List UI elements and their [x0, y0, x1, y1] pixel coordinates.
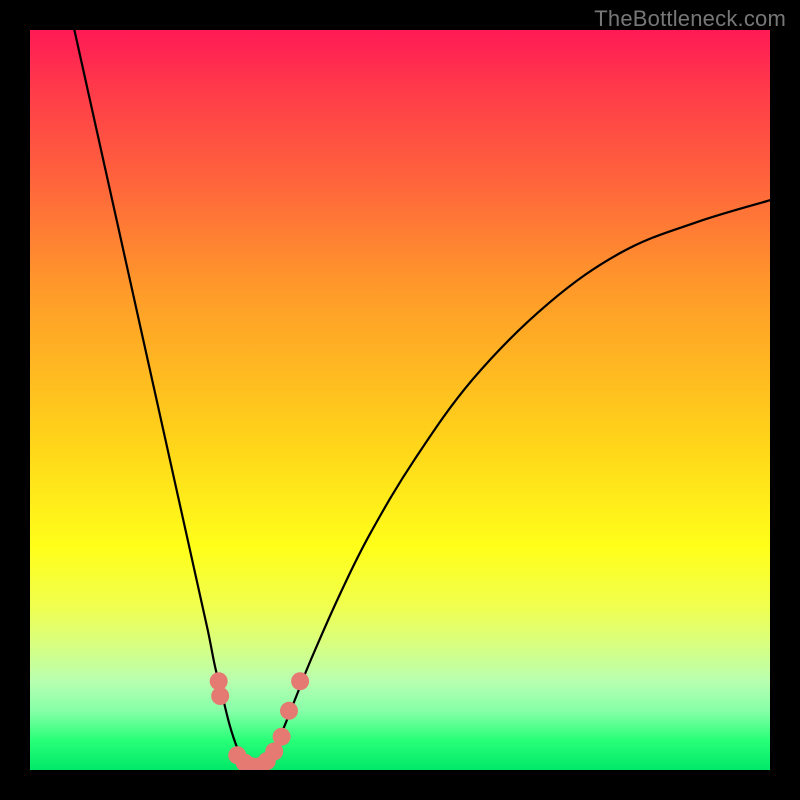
data-marker [211, 687, 229, 705]
chart-frame: TheBottleneck.com [0, 0, 800, 800]
watermark-text: TheBottleneck.com [594, 6, 786, 32]
bottleneck-curve-svg [30, 30, 770, 770]
data-marker [291, 672, 309, 690]
plot-area [30, 30, 770, 770]
data-markers [210, 672, 309, 770]
bottleneck-curve-path [74, 30, 770, 770]
data-marker [273, 728, 291, 746]
data-marker [280, 702, 298, 720]
